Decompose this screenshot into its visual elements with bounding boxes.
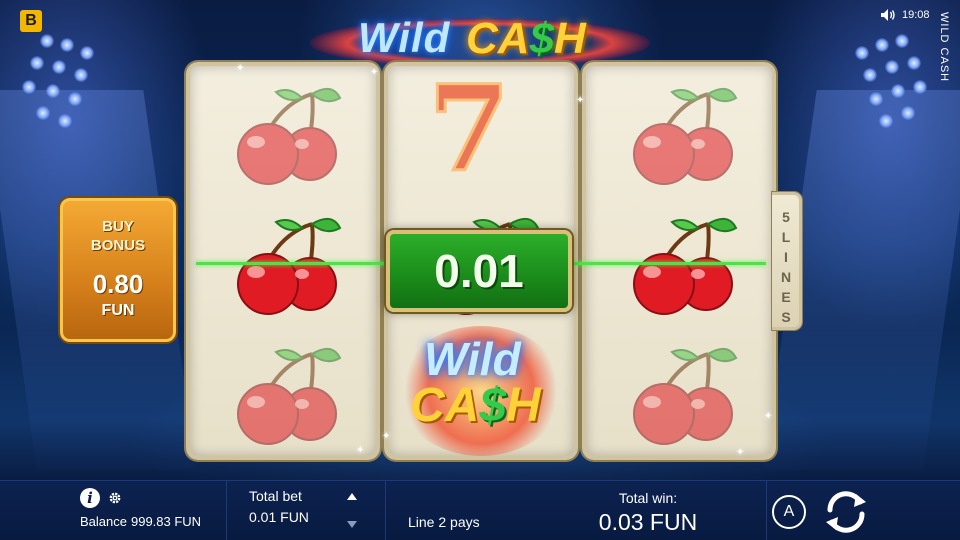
seven-symbol: 7 <box>388 66 574 196</box>
bar-divider <box>226 481 227 540</box>
clock-time: 19:08 <box>902 9 930 21</box>
cherry-icon <box>633 347 738 445</box>
spotlight-cluster-left <box>10 28 105 138</box>
light-bulb <box>58 114 72 128</box>
status-area: 19:08 <box>880 8 930 22</box>
buy-bonus-price: 0.80 <box>92 269 144 299</box>
balance-label: Balance <box>80 514 127 529</box>
cherry-icon <box>633 217 738 315</box>
light-bulb <box>80 46 94 60</box>
light-bulb <box>875 38 889 52</box>
light-bulb <box>36 106 50 120</box>
light-bulb <box>901 106 915 120</box>
buy-bonus-button[interactable]: BUY BONUS 0.80 FUN <box>60 198 176 342</box>
sparkle-icon: ✦ <box>382 431 391 442</box>
buy-bonus-currency: FUN <box>101 302 135 319</box>
light-bulb <box>52 60 66 74</box>
speaker-icon[interactable] <box>880 8 896 22</box>
reel-3 <box>582 62 776 460</box>
sparkle-icon: ✦ <box>576 95 585 106</box>
lines-tab[interactable]: 5 L I N E S <box>772 192 802 330</box>
bar-divider <box>766 481 767 540</box>
wild-symbol-cash-text: CA$H <box>410 379 541 432</box>
light-bulb <box>22 80 36 94</box>
total-win-display: Total win: 0.03 FUN <box>560 490 736 536</box>
game-logo: Wild CA$H <box>300 8 660 70</box>
arrow-up-icon[interactable] <box>345 490 359 502</box>
cherry-symbol <box>190 326 376 456</box>
lines-tab-label: 5 L I N E S <box>780 209 792 325</box>
total-bet-label: Total bet <box>249 488 302 504</box>
wild-cash-symbol: Wild CA$H <box>388 326 574 456</box>
light-bulb <box>855 46 869 60</box>
gear-icon[interactable] <box>108 491 122 505</box>
total-bet-display: Total bet 0.01 FUN <box>249 488 309 525</box>
logo-wild-text: Wild <box>358 14 451 61</box>
cherry-symbol <box>586 196 772 326</box>
spotlight-cluster-right <box>845 28 940 138</box>
light-bulb <box>40 34 54 48</box>
cherry-icon <box>237 87 342 185</box>
cherry-symbol <box>190 66 376 196</box>
light-bulb <box>895 34 909 48</box>
sparkle-icon: ✦ <box>356 445 365 456</box>
spin-icon[interactable] <box>820 486 872 538</box>
info-icon[interactable]: i <box>80 488 100 508</box>
sparkle-icon: ✦ <box>370 67 379 78</box>
sparkle-icon: ✦ <box>736 447 745 458</box>
light-bulb <box>907 56 921 70</box>
bar-divider <box>385 481 386 540</box>
light-bulb <box>863 68 877 82</box>
light-bulb <box>869 92 883 106</box>
seven-glyph: 7 <box>426 62 511 198</box>
total-win-label: Total win: <box>618 490 678 506</box>
light-bulb <box>891 84 905 98</box>
light-bulb <box>30 56 44 70</box>
game-side-title: WILD CASH <box>938 12 950 83</box>
light-bulb <box>74 68 88 82</box>
sparkle-icon: ✦ <box>764 411 773 422</box>
sparkle-icon: ✦ <box>236 63 245 74</box>
line-pays-message: Line 2 pays <box>408 514 480 530</box>
cherry-symbol <box>190 196 376 326</box>
arrow-down-icon[interactable] <box>345 519 359 531</box>
bottom-control-bar <box>0 480 960 540</box>
cherry-icon <box>633 87 738 185</box>
light-bulb <box>879 114 893 128</box>
total-win-value: 0.03 FUN <box>598 509 698 535</box>
logo-cash-text: CA$H <box>466 14 586 63</box>
light-bulb <box>885 60 899 74</box>
total-bet-value: 0.01 FUN <box>249 509 309 525</box>
autoplay-icon[interactable]: A <box>772 495 806 529</box>
light-bulb <box>60 38 74 52</box>
cherry-icon <box>237 217 342 315</box>
buy-bonus-title: BUY BONUS <box>90 218 146 254</box>
brand-logo-icon: B <box>20 10 42 32</box>
light-bulb <box>68 92 82 106</box>
cherry-icon <box>237 347 342 445</box>
balance-display: Balance 999.83 FUN <box>80 514 201 529</box>
reel-1 <box>186 62 380 460</box>
win-amount-badge: 0.01 <box>386 230 572 312</box>
light-bulb <box>913 80 927 94</box>
cherry-symbol <box>586 326 772 456</box>
cherry-symbol <box>586 66 772 196</box>
light-bulb <box>46 84 60 98</box>
balance-value: 999.83 FUN <box>130 514 202 529</box>
